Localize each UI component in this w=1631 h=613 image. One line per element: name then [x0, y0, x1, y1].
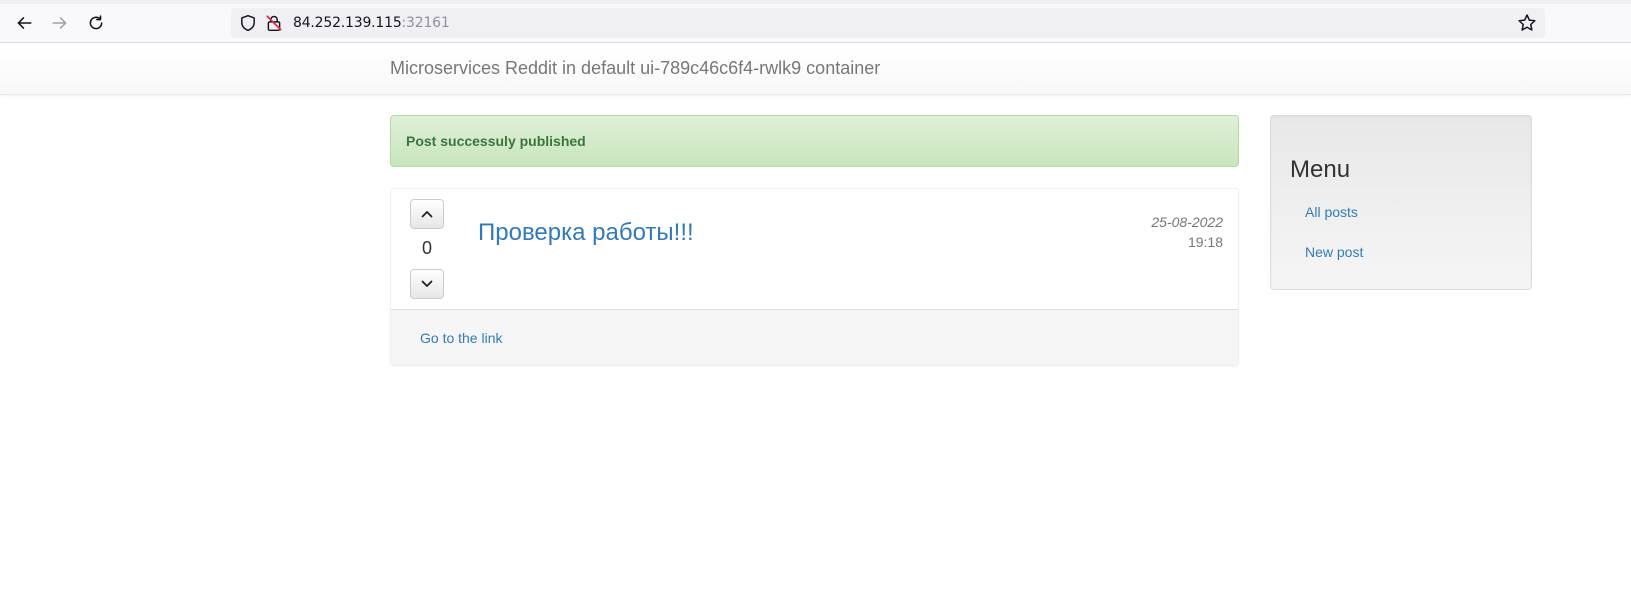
downvote-button[interactable]: [410, 269, 444, 299]
reload-button[interactable]: [84, 11, 108, 35]
chevron-down-icon: [421, 280, 433, 287]
tab-strip: [0, 0, 1631, 4]
menu-title: Menu: [1290, 156, 1351, 183]
post-title-link[interactable]: Проверка работы!!!: [478, 219, 694, 247]
vote-count: 0: [421, 238, 432, 258]
arrow-right-icon: [52, 17, 67, 29]
app-navbar: Microservices Reddit in default ui-789c4…: [0, 43, 1631, 95]
post-time: 19:18: [1187, 234, 1223, 250]
menu-item-all-posts[interactable]: All posts: [1305, 204, 1358, 220]
shield-icon[interactable]: [239, 14, 257, 32]
post-card: 0 Проверка работы!!! 25-08-2022 19:18 Go…: [390, 188, 1239, 366]
browser-toolbar: 84.252.139.115:32161: [0, 0, 1631, 43]
menu-item-new-post[interactable]: New post: [1305, 244, 1363, 260]
alert-message: Post successuly published: [406, 133, 586, 149]
url-port: :32161: [401, 15, 450, 31]
bookmark-star-icon[interactable]: [1517, 13, 1537, 33]
insecure-lock-icon[interactable]: [265, 14, 283, 32]
url-host: 84.252.139.115: [293, 15, 402, 31]
upvote-button[interactable]: [410, 199, 444, 229]
arrow-left-icon: [17, 17, 32, 29]
forward-button[interactable]: [48, 11, 72, 35]
post-timestamp: 25-08-2022 19:18: [1151, 212, 1223, 252]
post-date: 25-08-2022: [1151, 214, 1223, 230]
chevron-up-icon: [421, 211, 433, 218]
address-bar[interactable]: 84.252.139.115:32161: [231, 8, 1545, 38]
success-alert: Post successuly published: [390, 115, 1239, 167]
go-to-link[interactable]: Go to the link: [420, 330, 503, 346]
sidebar-menu: Menu All posts New post: [1270, 115, 1532, 290]
reload-icon: [89, 15, 103, 30]
post-footer: Go to the link: [391, 309, 1238, 365]
back-button[interactable]: [12, 11, 36, 35]
url-text[interactable]: 84.252.139.115:32161: [293, 15, 450, 31]
brand-title[interactable]: Microservices Reddit in default ui-789c4…: [390, 58, 880, 79]
